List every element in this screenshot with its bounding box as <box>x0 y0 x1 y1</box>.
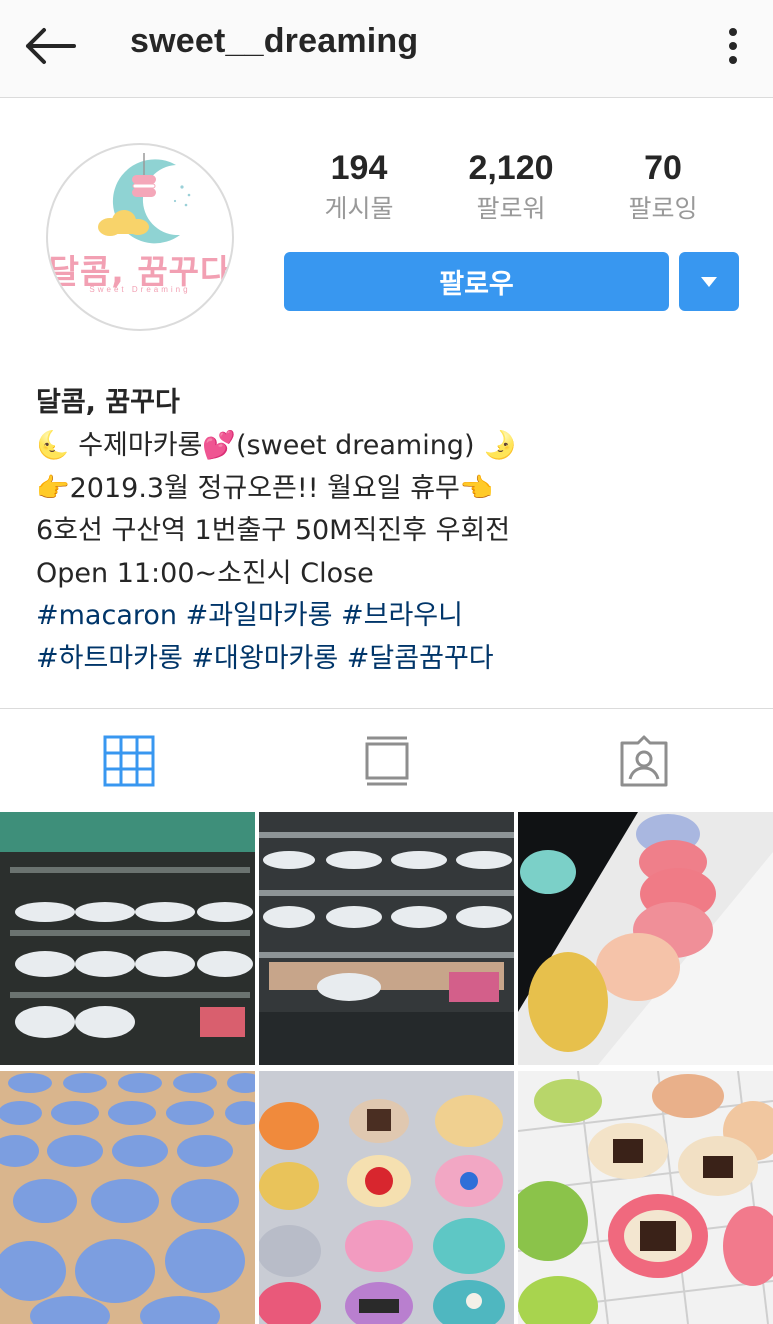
tagged-icon[interactable] <box>618 735 670 787</box>
post-image <box>0 812 255 1065</box>
grid-icon[interactable] <box>103 735 155 787</box>
more-vertical-icon[interactable] <box>716 22 750 70</box>
stat-followers-label: 팔로워 <box>476 194 546 223</box>
back-arrow-icon[interactable] <box>22 24 78 68</box>
post-image <box>518 1071 773 1324</box>
chevron-down-icon <box>701 276 717 287</box>
post-image <box>259 812 514 1065</box>
profile-stats: 194 게시물 2,120 팔로워 70 팔로잉 <box>284 148 739 238</box>
bio-hashtags-1[interactable]: #macaron #과일마카롱 #브라우니 <box>36 595 756 638</box>
bio-line-2: 👉2019.3월 정규오픈!! 월요일 휴무👈 <box>36 472 494 504</box>
grid-post-5[interactable] <box>259 1071 514 1324</box>
bio-line-3: 6호선 구산역 1번출구 50M직진후 우회전 <box>36 515 511 546</box>
post-image <box>0 1071 255 1324</box>
stat-posts-count: 194 <box>330 149 388 187</box>
post-image <box>518 812 773 1065</box>
bio-display-name: 달콤, 꿈꾸다 <box>36 387 180 418</box>
photo-grid <box>0 812 773 1324</box>
post-image <box>259 1071 514 1324</box>
follow-button[interactable]: 팔로우 <box>284 252 669 311</box>
avatar-logo <box>98 153 191 244</box>
stat-posts-label: 게시물 <box>324 194 394 223</box>
bio-hashtags-2[interactable]: #하트마카롱 #대왕마카롱 #달콤꿈꾸다 <box>36 638 756 681</box>
avatar[interactable]: 달콤, 꿈꾸다 Sweet Dreaming <box>46 143 234 331</box>
profile-username: sweet__dreaming <box>130 22 419 60</box>
bio-line-4: Open 11:00~소진시 Close <box>36 557 374 589</box>
top-bar: sweet__dreaming <box>0 0 773 98</box>
stat-followers[interactable]: 2,120 팔로워 <box>441 148 581 224</box>
grid-post-4[interactable] <box>0 1071 255 1324</box>
grid-post-3[interactable] <box>518 812 773 1065</box>
stat-following[interactable]: 70 팔로잉 <box>593 148 733 224</box>
suggestions-dropdown-button[interactable] <box>679 252 739 311</box>
grid-post-6[interactable] <box>518 1071 773 1324</box>
stat-posts[interactable]: 194 게시물 <box>289 148 429 224</box>
grid-post-1[interactable] <box>0 812 255 1065</box>
profile-bio: 달콤, 꿈꾸다 🌜 수제마카롱💕(sweet dreaming) 🌛 👉2019… <box>36 385 756 680</box>
profile-tab-bar <box>0 708 773 812</box>
feed-icon[interactable] <box>361 735 413 787</box>
avatar-logo-subtext: Sweet Dreaming <box>89 285 191 294</box>
grid-post-2[interactable] <box>259 812 514 1065</box>
stat-following-count: 70 <box>644 149 682 187</box>
bio-line-1: 🌜 수제마카롱💕(sweet dreaming) 🌛 <box>36 430 517 461</box>
stat-followers-count: 2,120 <box>468 149 554 187</box>
stat-following-label: 팔로잉 <box>628 194 698 223</box>
